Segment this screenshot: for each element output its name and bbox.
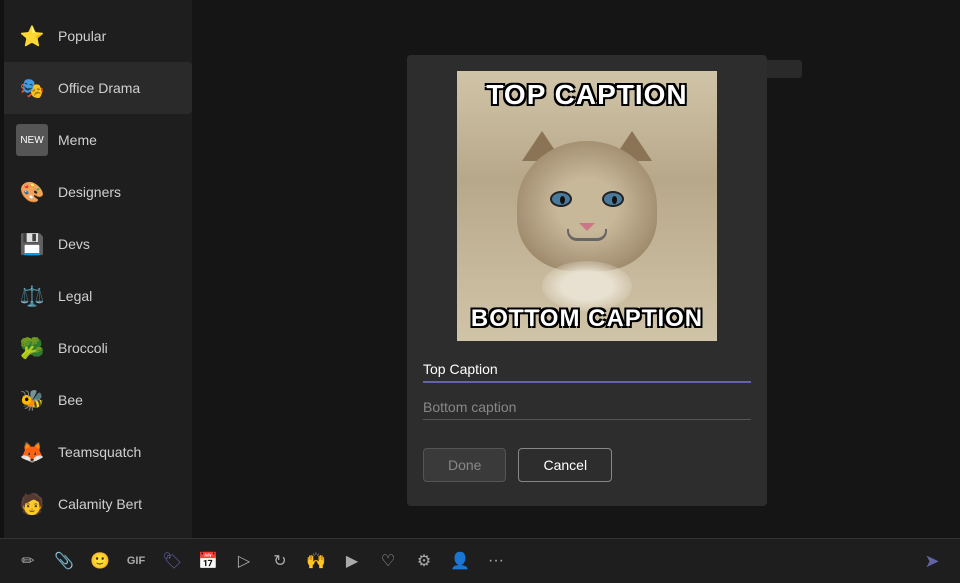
modal-overlay[interactable]: TOP CAPTION (192, 0, 960, 538)
meme-icon: NEW (16, 124, 48, 156)
sidebar-label-meme: Meme (58, 132, 97, 148)
office-drama-icon: 🎭 (16, 72, 48, 104)
cancel-button[interactable]: Cancel (518, 448, 612, 482)
cat-chest (542, 261, 632, 311)
more-icon[interactable]: ··· (480, 545, 512, 577)
sidebar-label-calamity-bert: Calamity Bert (58, 496, 142, 512)
apps-icon[interactable]: ⚙ (408, 545, 440, 577)
meme-bottom-text: BOTTOM CAPTION (457, 305, 717, 333)
broccoli-icon: 🥦 (16, 332, 48, 364)
gif-icon[interactable]: GIF (120, 545, 152, 577)
sidebar-item-devs[interactable]: 💾 Devs (0, 218, 192, 270)
sidebar-label-broccoli: Broccoli (58, 340, 108, 356)
cat-face: TOP CAPTION (457, 71, 717, 341)
heart-icon[interactable]: ♡ (372, 545, 404, 577)
sidebar-item-popular[interactable]: ⭐ Popular (0, 10, 192, 62)
bottom-caption-wrapper (423, 395, 751, 420)
sidebar-item-teamsquatch[interactable]: 🦊 Teamsquatch (0, 426, 192, 478)
bottom-toolbar: ✏ 📎 🙂 GIF 🏷 📅 ▷ ↻ 🙌 ▶ ♡ ⚙ 👤 ··· ➤ (0, 538, 960, 583)
forward-icon[interactable]: ▷ (228, 545, 260, 577)
caption-section (407, 341, 767, 420)
sidebar-label-designers: Designers (58, 184, 121, 200)
devs-icon: 💾 (16, 228, 48, 260)
send-button[interactable]: ➤ (916, 545, 948, 577)
meme-image: TOP CAPTION (457, 71, 717, 341)
sticker-icon[interactable]: 🏷 (156, 545, 188, 577)
meme-modal: TOP CAPTION (407, 55, 767, 506)
people-icon[interactable]: 👤 (444, 545, 476, 577)
left-nav-strip (0, 0, 4, 545)
praise-icon[interactable]: 🙌 (300, 545, 332, 577)
sidebar-item-bee[interactable]: 🐝 Bee (0, 374, 192, 426)
emoji-icon[interactable]: 🙂 (84, 545, 116, 577)
sidebar-item-calamity-bert[interactable]: 🧑 Calamity Bert (0, 478, 192, 530)
popular-icon: ⭐ (16, 20, 48, 52)
sidebar-label-popular: Popular (58, 28, 106, 44)
schedule-icon[interactable]: 📅 (192, 545, 224, 577)
sidebar-item-meme[interactable]: NEW Meme (0, 114, 192, 166)
cat-eyes (487, 191, 687, 207)
top-caption-input[interactable] (423, 357, 751, 381)
sidebar-item-designers[interactable]: 🎨 Designers (0, 166, 192, 218)
sidebar: ⭐ Popular 🎭 Office Drama NEW Meme 🎨 Desi… (0, 0, 192, 545)
top-caption-wrapper (423, 357, 751, 383)
bottom-caption-input[interactable] (423, 395, 751, 419)
teamsquatch-icon: 🦊 (16, 436, 48, 468)
sidebar-item-legal[interactable]: ⚖️ Legal (0, 270, 192, 322)
cat-eye-right (602, 191, 624, 207)
sidebar-label-teamsquatch: Teamsquatch (58, 444, 141, 460)
sidebar-item-office-drama[interactable]: 🎭 Office Drama (0, 62, 192, 114)
bee-icon: 🐝 (16, 384, 48, 416)
format-icon[interactable]: ✏ (12, 545, 44, 577)
loop-icon[interactable]: ↻ (264, 545, 296, 577)
main-area: 😎 🙂 v conversation ge below. TOP CAPTION (192, 0, 960, 538)
legal-icon: ⚖️ (16, 280, 48, 312)
calamity-bert-icon: 🧑 (16, 488, 48, 520)
sidebar-label-office-drama: Office Drama (58, 80, 140, 96)
video-icon[interactable]: ▶ (336, 545, 368, 577)
meme-top-text: TOP CAPTION (457, 79, 717, 111)
cat-eye-left (550, 191, 572, 207)
sidebar-label-legal: Legal (58, 288, 92, 304)
done-button[interactable]: Done (423, 448, 506, 482)
attach-icon[interactable]: 📎 (48, 545, 80, 577)
meme-image-container: TOP CAPTION (407, 55, 767, 341)
sidebar-label-devs: Devs (58, 236, 90, 252)
sidebar-item-broccoli[interactable]: 🥦 Broccoli (0, 322, 192, 374)
cat-body (487, 111, 687, 311)
sidebar-label-bee: Bee (58, 392, 83, 408)
button-row: Done Cancel (407, 432, 767, 482)
designers-icon: 🎨 (16, 176, 48, 208)
cat-mouth (567, 229, 607, 241)
